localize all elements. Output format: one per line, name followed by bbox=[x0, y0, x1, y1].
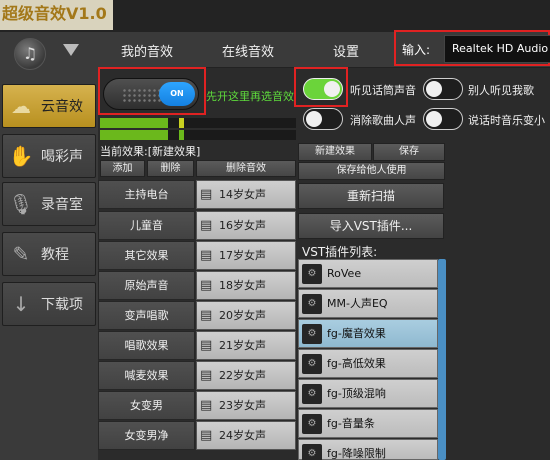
others-hear-label: 别人听见我歌 bbox=[468, 84, 534, 97]
preset-icon: ▤ bbox=[200, 278, 213, 293]
effect-category-item[interactable]: 其它效果 bbox=[98, 241, 195, 270]
sidebar-item-cloud-effects[interactable]: ☁ 云音效 bbox=[2, 84, 96, 128]
level-meter-left bbox=[100, 118, 296, 128]
import-vst-button[interactable]: 导入VST插件... bbox=[298, 213, 444, 239]
sidebar-item-tutorial[interactable]: ✎ 教程 bbox=[2, 232, 96, 276]
microphone-icon: 🎙 bbox=[8, 192, 34, 216]
save-for-others-button[interactable]: 保存给他人使用 bbox=[298, 162, 445, 180]
preset-icon: ▤ bbox=[200, 218, 213, 233]
plugin-icon: ⚙ bbox=[302, 384, 322, 404]
toggle-on-label: ON bbox=[159, 82, 195, 106]
plugin-icon: ⚙ bbox=[302, 324, 322, 344]
sidebar-item-label: 下载项 bbox=[41, 297, 83, 313]
effect-power-toggle[interactable]: ON bbox=[103, 78, 199, 110]
toggle-hint-text: 先开这里再选音效 bbox=[206, 90, 294, 103]
remove-vocals-label: 消除歌曲人声 bbox=[350, 114, 416, 127]
effect-preset-item[interactable]: ▤ 14岁女声 bbox=[196, 180, 296, 209]
effect-preset-item[interactable]: ▤ 20岁女声 bbox=[196, 301, 296, 330]
remove-vocals-toggle[interactable] bbox=[303, 108, 343, 130]
sidebar-item-downloads[interactable]: ↓ 下载项 bbox=[2, 282, 96, 326]
plugin-icon: ⚙ bbox=[302, 264, 322, 284]
right-panel bbox=[446, 140, 550, 460]
rescan-button[interactable]: 重新扫描 bbox=[298, 183, 444, 209]
preset-icon: ▤ bbox=[200, 248, 213, 263]
vst-plugin-item[interactable]: ⚙ fg-高低效果 bbox=[298, 349, 438, 378]
effect-category-item[interactable]: 变声唱歌 bbox=[98, 301, 195, 330]
preset-icon: ▤ bbox=[200, 308, 213, 323]
current-effect-label: 当前效果:[新建效果] bbox=[100, 145, 201, 158]
preset-icon: ▤ bbox=[200, 368, 213, 383]
effect-preset-item[interactable]: ▤ 22岁女声 bbox=[196, 361, 296, 390]
vst-plugin-item-selected[interactable]: ⚙ fg-魔音效果 bbox=[298, 319, 438, 348]
input-device-select[interactable]: Realtek HD Audio Mi bbox=[444, 35, 550, 63]
sidebar-item-label: 录音室 bbox=[41, 197, 83, 213]
hear-mic-toggle[interactable] bbox=[303, 78, 343, 100]
preset-icon: ▤ bbox=[200, 428, 213, 443]
preset-icon: ▤ bbox=[200, 398, 213, 413]
effect-preset-item[interactable]: ▤ 18岁女声 bbox=[196, 271, 296, 300]
sidebar-item-label: 教程 bbox=[41, 247, 69, 263]
app-logo-icon[interactable]: ♫ bbox=[14, 38, 46, 70]
tab-online-effects[interactable]: 在线音效 bbox=[222, 41, 274, 60]
tab-my-effects[interactable]: 我的音效 bbox=[121, 41, 173, 60]
preset-icon: ▤ bbox=[200, 187, 213, 202]
sidebar-item-applause[interactable]: ✋ 喝彩声 bbox=[2, 134, 96, 178]
effect-category-item[interactable]: 儿童音 bbox=[98, 211, 195, 240]
duck-music-toggle[interactable] bbox=[423, 108, 463, 130]
duck-music-label: 说话时音乐变小 bbox=[468, 114, 545, 127]
vst-list-title: VST插件列表: bbox=[302, 245, 378, 259]
grip-texture bbox=[122, 88, 162, 102]
effect-preset-item[interactable]: ▤ 17岁女声 bbox=[196, 241, 296, 270]
effect-category-item[interactable]: 女变男 bbox=[98, 391, 195, 420]
new-effect-button[interactable]: 新建效果 bbox=[298, 143, 372, 161]
plugin-icon: ⚙ bbox=[302, 444, 322, 460]
applause-icon: ✋ bbox=[8, 144, 34, 168]
vst-plugin-item[interactable]: ⚙ fg-顶级混响 bbox=[298, 379, 438, 408]
download-icon: ↓ bbox=[12, 292, 30, 316]
sidebar-item-label: 喝彩声 bbox=[41, 149, 83, 165]
tab-settings[interactable]: 设置 bbox=[333, 41, 359, 60]
others-hear-toggle[interactable] bbox=[423, 78, 463, 100]
vst-plugin-item[interactable]: ⚙ fg-降噪限制 bbox=[298, 439, 438, 460]
effect-preset-item[interactable]: ▤ 21岁女声 bbox=[196, 331, 296, 360]
input-label: 输入: bbox=[402, 43, 431, 57]
effect-category-item[interactable]: 唱歌效果 bbox=[98, 331, 195, 360]
hear-mic-label: 听见话筒声音 bbox=[350, 84, 416, 97]
add-effect-button[interactable]: 添加 bbox=[100, 160, 145, 177]
vst-plugin-item[interactable]: ⚙ MM-人声EQ bbox=[298, 289, 438, 318]
vst-plugin-item[interactable]: ⚙ RoVee bbox=[298, 259, 438, 288]
delete-effect-button[interactable]: 删除 bbox=[147, 160, 194, 177]
delete-sound-button[interactable]: 删除音效 bbox=[196, 160, 296, 177]
save-button[interactable]: 保存 bbox=[373, 143, 445, 161]
preset-icon: ▤ bbox=[200, 338, 213, 353]
plugin-icon: ⚙ bbox=[302, 294, 322, 314]
cloud-icon: ☁ bbox=[11, 94, 31, 118]
vst-plugin-item[interactable]: ⚙ fg-音量条 bbox=[298, 409, 438, 438]
effect-category-item[interactable]: 女变男净 bbox=[98, 421, 195, 450]
effect-preset-item[interactable]: ▤ 16岁女声 bbox=[196, 211, 296, 240]
tutorial-icon: ✎ bbox=[12, 242, 30, 266]
vst-list-scrollbar[interactable] bbox=[438, 259, 446, 460]
app-title: 超级音效V1.0 bbox=[0, 0, 113, 30]
plugin-icon: ⚙ bbox=[302, 414, 322, 434]
sidebar-item-studio[interactable]: 🎙 录音室 bbox=[2, 182, 96, 226]
effect-category-item[interactable]: 喊麦效果 bbox=[98, 361, 195, 390]
effect-preset-item[interactable]: ▤ 24岁女声 bbox=[196, 421, 296, 450]
plugin-icon: ⚙ bbox=[302, 354, 322, 374]
effect-category-item[interactable]: 主持电台 bbox=[98, 180, 195, 209]
sidebar-item-label: 云音效 bbox=[41, 99, 83, 115]
effect-category-item[interactable]: 原始声音 bbox=[98, 271, 195, 300]
effect-preset-item[interactable]: ▤ 23岁女声 bbox=[196, 391, 296, 420]
level-meter-right bbox=[100, 130, 296, 140]
chevron-down-icon[interactable] bbox=[63, 44, 79, 56]
